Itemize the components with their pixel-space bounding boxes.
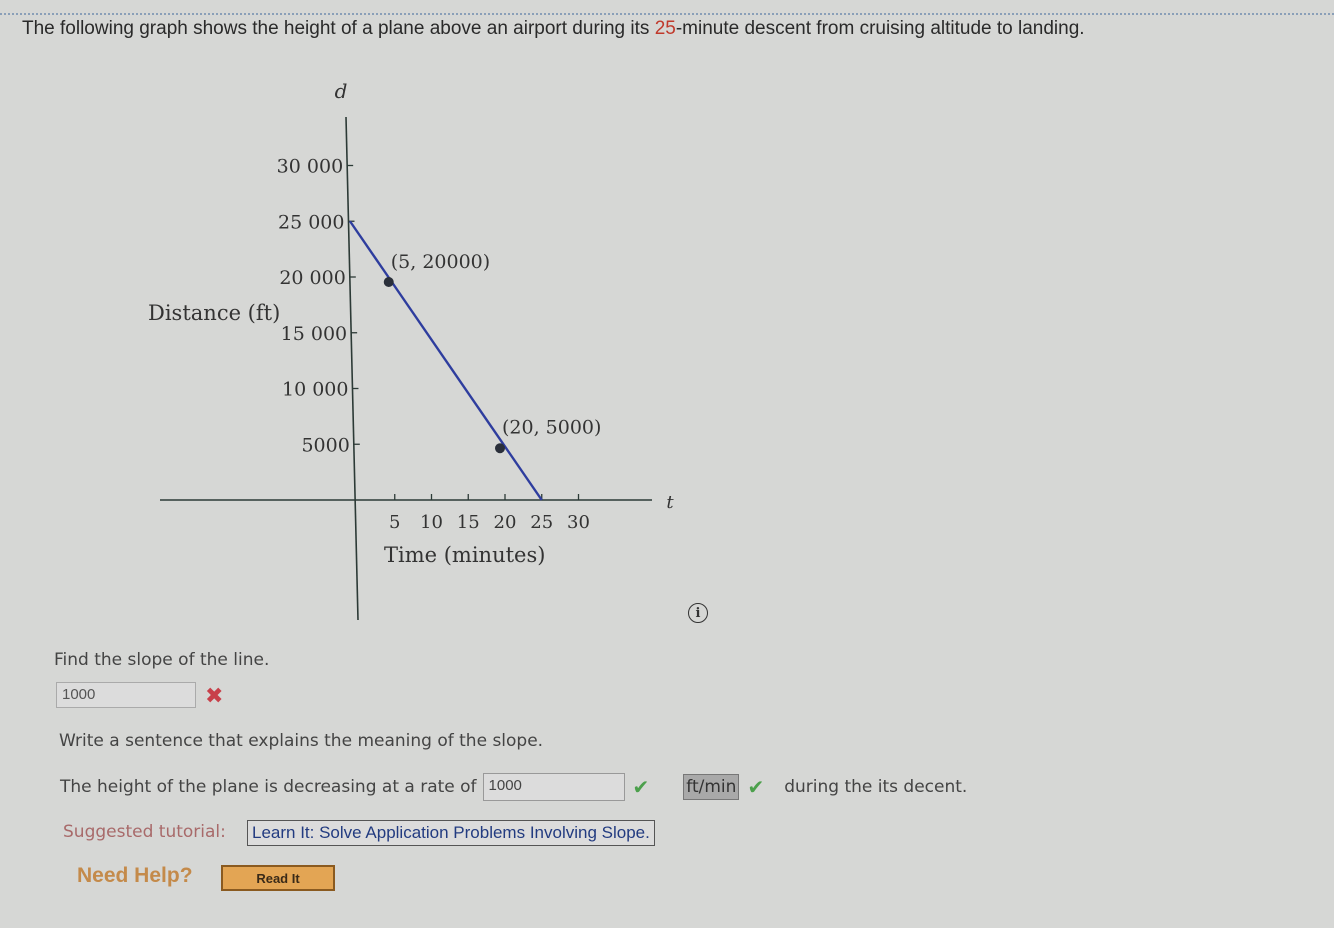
slope-answer-input[interactable]: 1000 — [56, 682, 196, 708]
sentence-start-text: The height of the plane is decreasing at… — [60, 777, 477, 797]
y-axis-variable: d — [335, 79, 348, 103]
x-tick-label: 25 — [530, 512, 553, 533]
need-help-label: Need Help? — [77, 864, 193, 887]
info-icon[interactable]: i — [688, 603, 708, 623]
suggested-tutorial-label: Suggested tutorial: — [63, 822, 226, 842]
rate-answer-input[interactable]: 1000 — [482, 773, 625, 801]
y-axis-title: Distance (ft) — [148, 301, 280, 325]
y-tick-label: 25 000 — [278, 211, 344, 233]
x-tick-label: 5 — [389, 512, 400, 533]
descent-chart: d t 5000 10 000 15 000 20 000 25 000 30 000 5 10 1… — [148, 79, 674, 621]
find-slope-prompt: Find the slope of the line. — [54, 650, 270, 670]
x-tick-label: 15 — [457, 512, 480, 533]
x-axis-title: Time (minutes) — [384, 543, 545, 567]
read-it-button[interactable]: Read It — [221, 865, 335, 891]
x-axis-variable: t — [666, 492, 674, 513]
rate-correct-check-icon: ✔ — [632, 775, 650, 799]
write-sentence-prompt: Write a sentence that explains the meani… — [59, 731, 544, 751]
unit-correct-check-icon: ✔ — [747, 775, 765, 799]
x-tick-label: 20 — [494, 512, 517, 533]
unit-select[interactable]: ft/min — [683, 774, 740, 800]
sentence-end-text: during the its decent. — [784, 777, 968, 797]
x-tick-label: 30 — [567, 512, 590, 533]
y-tick-label: 30 000 — [277, 156, 343, 178]
y-tick-label: 5000 — [301, 434, 349, 456]
y-tick-label: 15 000 — [281, 323, 347, 345]
y-axis — [345, 116, 359, 621]
y-tick-label: 20 000 — [279, 267, 345, 289]
x-tick-label: 10 — [420, 512, 443, 533]
incorrect-x-icon: ✖ — [205, 684, 224, 709]
data-point — [495, 443, 505, 454]
data-point-label: (5, 20000) — [391, 251, 490, 273]
data-point — [383, 277, 394, 287]
y-tick-label: 10 000 — [282, 379, 348, 401]
data-point-label: (20, 5000) — [502, 416, 601, 438]
sentence-row: The height of the plane is decreasing at… — [60, 773, 967, 801]
tutorial-link[interactable]: Learn It: Solve Application Problems Inv… — [247, 820, 655, 846]
